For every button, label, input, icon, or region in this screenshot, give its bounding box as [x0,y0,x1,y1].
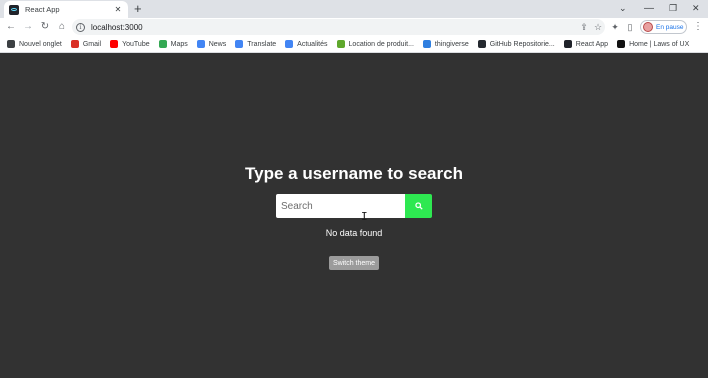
reload-icon[interactable]: ↻ [38,20,52,34]
bookmark-favicon-icon [285,40,294,48]
bookmark-item[interactable]: News [196,40,227,48]
bookmark-label: Translate [247,40,277,48]
status-message: No data found [325,228,383,238]
tab-strip: React App ✕ + ⌄ — ❐ ✕ [0,0,708,18]
bookmark-favicon-icon [7,40,15,48]
bookmark-favicon-icon [422,40,431,48]
bookmark-label: Maps [170,40,188,48]
bookmark-item[interactable]: Maps [158,40,188,48]
browser-toolbar: ← → ↻ ⌂ i localhost:3000 ⇪ ☆ ✦ ▯ En paus… [0,18,708,36]
bookmark-item[interactable]: Actualités [285,40,328,48]
tab-title: React App [25,5,60,14]
bookmark-favicon-icon [563,40,572,48]
share-icon[interactable]: ⇪ [577,22,591,33]
site-info-icon[interactable]: i [76,22,85,32]
bookmark-item[interactable]: GitHub Repositorie... [477,40,555,48]
bookmark-item[interactable]: Translate [235,40,276,48]
bookmark-label: Home | Laws of UX [629,40,690,48]
search-button[interactable] [405,194,432,218]
bookmark-favicon-icon [477,40,486,48]
profile-status-label: En pause [656,23,684,31]
address-bar[interactable]: i localhost:3000 ⇪ ☆ [72,19,605,35]
close-window-button[interactable]: ✕ [692,0,700,16]
bookmark-favicon-icon [110,40,119,48]
bookmark-item[interactable]: YouTube [110,40,150,48]
close-tab-icon[interactable]: ✕ [113,5,123,14]
bookmark-label: Location de produit... [348,40,414,48]
browser-menu-icon[interactable]: ⋮ [693,20,703,34]
home-icon[interactable]: ⌂ [55,20,69,34]
bookmark-label: GitHub Repositorie... [489,40,555,48]
bookmark-star-icon[interactable]: ☆ [591,22,605,33]
bookmark-label: React App [575,40,609,48]
react-favicon-icon [9,4,19,15]
bookmark-item[interactable]: React App [563,40,609,48]
switch-theme-button[interactable]: Switch theme [329,256,379,270]
restore-button[interactable]: ❐ [669,0,677,16]
url-text[interactable]: localhost:3000 [91,23,577,32]
search-icon [414,202,423,210]
browser-tab[interactable]: React App ✕ [4,1,128,18]
bookmark-label: Actualités [297,40,328,48]
page-content: Type a username to search I No data foun… [0,54,708,378]
page-title: Type a username to search [245,164,463,183]
text-cursor-icon: I [361,210,368,223]
new-tab-button[interactable]: + [134,1,142,17]
tab-search-icon[interactable]: ⌄ [619,0,627,16]
bookmark-label: YouTube [122,40,150,48]
bookmark-favicon-icon [336,40,345,48]
bookmark-favicon-icon [196,40,205,48]
minimize-button[interactable]: — [644,0,654,16]
search-input[interactable] [276,194,405,218]
bookmark-item[interactable]: Nouvel onglet [7,40,62,48]
bookmark-favicon-icon [70,40,79,48]
bookmark-item[interactable]: Location de produit... [336,40,414,48]
bookmark-label: Nouvel onglet [19,40,62,48]
bookmark-favicon-icon [617,40,626,48]
bookmark-label: thingiverse [434,40,469,48]
side-panel-icon[interactable]: ▯ [624,20,636,34]
back-icon[interactable]: ← [4,20,18,34]
bookmark-item[interactable]: Home | Laws of UX [617,40,689,48]
bookmarks-bar: Nouvel onglet Gmail YouTube Maps News Transla… [0,36,708,53]
avatar [643,22,653,32]
profile-button[interactable]: En pause [640,20,687,34]
bookmark-label: News [208,40,227,48]
extensions-icon[interactable]: ✦ [609,20,621,34]
bookmark-label: Gmail [82,40,102,48]
search-form [276,194,432,218]
bookmark-favicon-icon [235,40,244,48]
bookmark-item[interactable]: thingiverse [422,40,469,48]
bookmark-item[interactable]: Gmail [70,40,102,48]
forward-icon[interactable]: → [21,20,35,34]
bookmark-favicon-icon [158,40,167,48]
